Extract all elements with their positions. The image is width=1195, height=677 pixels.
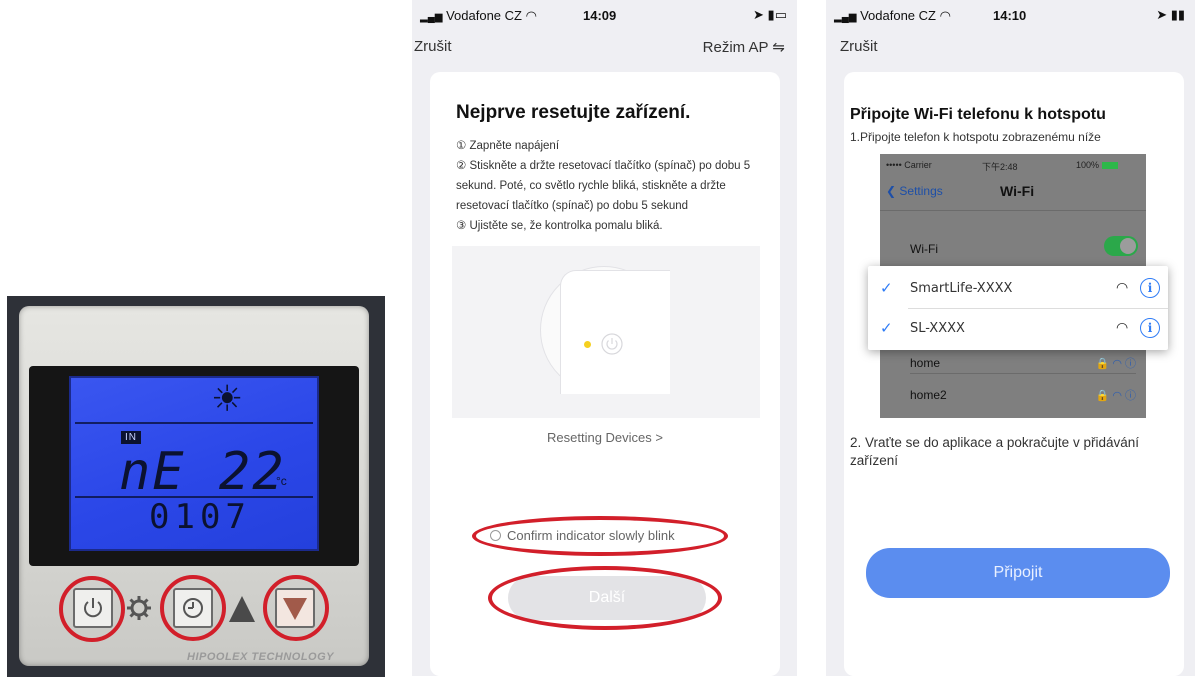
page-title: Připojte Wi-Fi telefonu k hotspotu — [850, 106, 1106, 123]
wifi-icon: ◠ — [525, 8, 537, 23]
signal-icon: ▂▄▆ — [834, 12, 857, 23]
steps-list: ① Zapněte napájení ② Stiskněte a držte r… — [456, 136, 756, 236]
connect-button[interactable]: Připojit — [866, 548, 1170, 598]
ap-mode-button[interactable]: Režim AP ⇋ — [703, 38, 785, 56]
battery-icon: ➤ ▮▮ — [1156, 7, 1185, 22]
phone-screen-reset: ▂▄▆ Vodafone CZ ◠ 14:09 ➤ ▮▭ Zrušit Reži… — [412, 0, 797, 676]
cancel-button[interactable]: Zrušit — [840, 38, 878, 55]
indicator-light-icon — [584, 341, 591, 348]
lock-wifi-info-icon: 🔒 ◠ ⓘ — [1095, 357, 1136, 370]
lcd-unit: °c — [276, 474, 287, 488]
page-title: Nejprve resetujte zařízení. — [456, 102, 691, 123]
ios-wifi-label: Wi-Fi — [910, 242, 938, 256]
status-time: 14:10 — [993, 8, 1027, 23]
device-illustration — [452, 246, 760, 418]
ios-time: 下午2:48 — [982, 162, 1018, 172]
step-2: 2. Vraťte se do aplikace a pokračujte v … — [850, 435, 1139, 468]
up-button[interactable] — [227, 590, 257, 626]
gear-icon — [127, 596, 151, 620]
status-bar: ▂▄▆ Vodafone CZ ◠ 14:09 ➤ ▮▭ — [412, 0, 797, 28]
carrier-label: ▂▄▆ Vodafone CZ ◠ — [420, 8, 537, 23]
lcd-main-readout: nE 22 — [119, 442, 286, 502]
lock-wifi-info-icon: 🔒 ◠ ⓘ — [1095, 390, 1136, 402]
network-row-sl[interactable]: ✓ SL-XXXX ◠ i — [868, 308, 1168, 348]
wifi-signal-icon: ◠ — [1116, 280, 1129, 296]
hotspot-card: Připojte Wi-Fi telefonu k hotspotu 1.Při… — [844, 72, 1184, 676]
highlight-circle-clock — [160, 575, 226, 641]
ios-title: Wi-Fi — [1000, 183, 1035, 199]
step-1: 1.Připojte telefon k hotspotu zobrazeném… — [850, 130, 1101, 144]
reset-card: Nejprve resetujte zařízení. ① Zapněte na… — [430, 72, 780, 676]
checkmark-icon: ✓ — [880, 279, 893, 297]
brand-label: HIPOOLEX TECHNOLOGY — [187, 651, 335, 663]
ios-back-settings[interactable]: ❮ Settings — [886, 184, 943, 198]
status-bar: ▂▄▆ Vodafone CZ ◠ 14:10 ➤ ▮▮ — [826, 0, 1195, 28]
ios-battery: 100% — [1076, 160, 1118, 170]
wifi-signal-icon: ◠ — [1116, 320, 1129, 336]
network-row[interactable]: home 🔒 ◠ ⓘ — [910, 352, 1136, 374]
checkmark-icon: ✓ — [880, 319, 893, 337]
step-2: ② Stiskněte a držte resetovací tlačítko … — [456, 160, 751, 212]
highlight-ellipse-confirm — [472, 516, 728, 556]
lcd-bottom-readout: 0107 — [149, 497, 251, 537]
status-time: 14:09 — [583, 8, 617, 23]
network-row[interactable]: home2 🔒 ◠ ⓘ — [910, 384, 1136, 406]
battery-icon — [1101, 162, 1118, 170]
thermostat-photo: ☀ IN nE 22 °c 0107 HIPOOLEX TECHNOLOGY — [7, 296, 385, 677]
divider — [880, 210, 1146, 211]
wifi-toggle[interactable] — [1104, 236, 1138, 256]
highlight-ellipse-next — [488, 566, 722, 630]
resetting-devices-link[interactable]: Resetting Devices > — [430, 430, 780, 445]
chevron-left-icon: ❮ — [886, 184, 897, 198]
arrow-up-icon — [229, 596, 255, 622]
wifi-icon: ◠ — [939, 8, 951, 23]
ios-carrier: ••••• Carrier — [886, 160, 932, 170]
gear-button[interactable] — [125, 594, 153, 622]
lcd-divider — [75, 422, 313, 424]
cancel-button[interactable]: Zrušit — [414, 38, 452, 55]
carrier-label: ▂▄▆ Vodafone CZ ◠ — [834, 8, 951, 23]
sun-icon: ☀ — [211, 379, 244, 420]
battery-icon: ➤ ▮▭ — [753, 7, 787, 22]
signal-icon: ▂▄▆ — [420, 12, 443, 23]
phone-screen-hotspot: ▂▄▆ Vodafone CZ ◠ 14:10 ➤ ▮▮ Zrušit Přip… — [826, 0, 1195, 676]
info-icon[interactable]: i — [1140, 318, 1160, 338]
highlight-circle-power — [59, 576, 125, 642]
highlighted-networks-popup: ✓ SmartLife-XXXX ◠ i ✓ SL-XXXX ◠ i — [868, 266, 1168, 350]
highlight-circle-down — [263, 575, 329, 641]
step-3: ③ Ujistěte se, že kontrolka pomalu bliká… — [456, 220, 663, 232]
info-icon[interactable]: i — [1140, 278, 1160, 298]
network-row-smartlife[interactable]: ✓ SmartLife-XXXX ◠ i — [868, 268, 1168, 308]
step-1: ① Zapněte napájení — [456, 140, 560, 152]
power-icon — [600, 332, 624, 361]
lcd-screen: ☀ IN nE 22 °c 0107 — [69, 376, 319, 551]
